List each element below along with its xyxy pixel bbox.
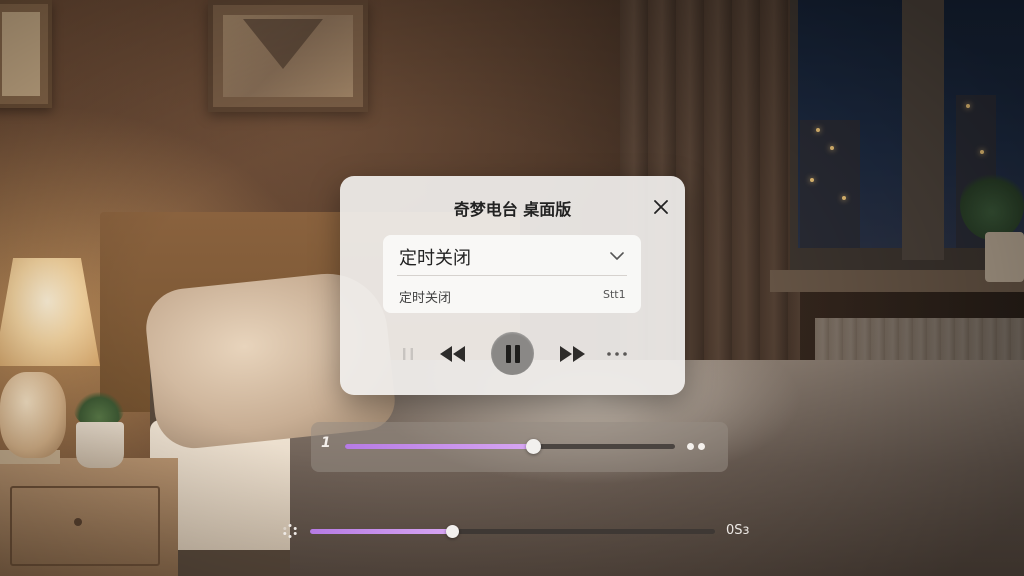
secondary-progress-thumb[interactable] — [445, 525, 459, 538]
window-title: 奇梦电台 桌面版 — [453, 200, 572, 219]
primary-progress-panel: 1 — [311, 422, 728, 472]
dropdown-divider — [397, 275, 627, 276]
timer-dropdown: 定时关闭 定时关闭 Stt1 — [383, 235, 641, 313]
more-dots-icon — [687, 443, 694, 450]
timer-dropdown-toggle[interactable]: 定时关闭 — [383, 235, 641, 275]
chevron-down-icon — [610, 252, 624, 260]
rewind-icon — [440, 346, 465, 362]
fast-forward-button[interactable] — [557, 342, 587, 366]
rewind-button[interactable] — [438, 342, 468, 366]
timer-option[interactable]: 定时关闭 Stt1 — [383, 277, 641, 311]
secondary-progress-fill — [310, 529, 452, 534]
timer-option-shortcut: Stt1 — [603, 288, 626, 301]
stop-icon — [403, 348, 413, 360]
stop-button[interactable] — [398, 344, 418, 364]
pause-icon — [505, 344, 520, 363]
loading-button[interactable] — [282, 523, 298, 539]
secondary-progress-track[interactable] — [310, 525, 715, 538]
primary-progress-track[interactable] — [345, 439, 675, 454]
secondary-progress-bar: 0Sз — [280, 520, 760, 544]
more-dots-button[interactable] — [687, 441, 707, 453]
more-icon — [607, 352, 627, 356]
more-button[interactable] — [604, 342, 630, 366]
close-button[interactable] — [650, 196, 672, 218]
primary-progress-thumb[interactable] — [525, 439, 541, 454]
timer-dropdown-value: 定时关闭 — [399, 248, 471, 269]
primary-progress-fill — [345, 444, 533, 449]
fast-forward-icon — [560, 346, 585, 362]
time-label: 0Sз — [726, 523, 750, 538]
primary-progress-label: 1 — [321, 435, 331, 451]
loading-icon — [283, 524, 297, 538]
playback-controls — [340, 330, 685, 378]
timer-option-label: 定时关闭 — [399, 291, 452, 306]
play-pause-button[interactable] — [491, 332, 534, 375]
close-icon — [654, 200, 668, 214]
